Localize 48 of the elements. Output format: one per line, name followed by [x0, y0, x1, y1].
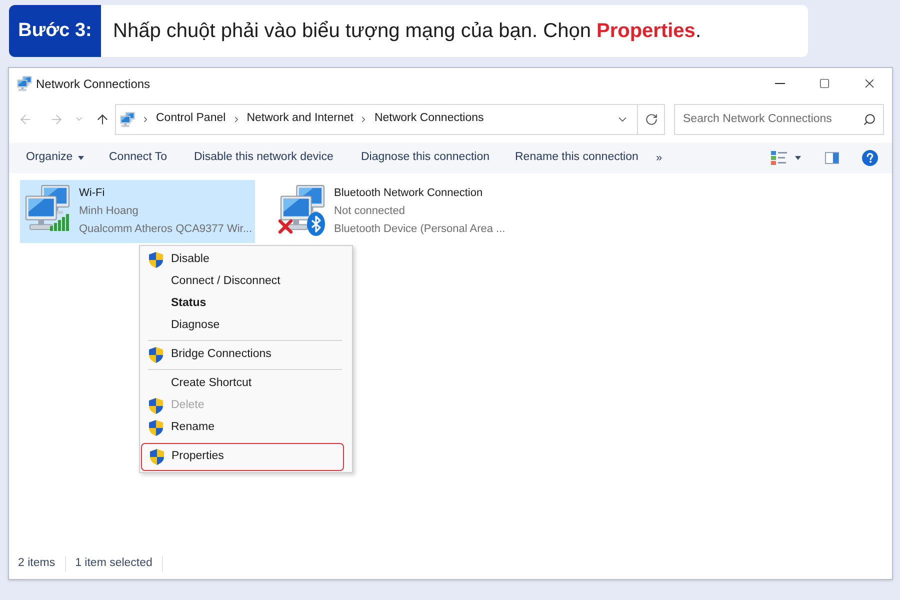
connection-device: Bluetooth Device (Personal Area ... — [334, 222, 506, 237]
refresh-icon — [644, 112, 658, 126]
network-computers-icon — [25, 184, 70, 231]
menu-item[interactable]: Disable — [140, 249, 352, 271]
connection-name: Bluetooth Network Connection — [334, 186, 484, 201]
search-field[interactable]: Search Network Connections — [674, 104, 884, 134]
command-button[interactable]: Rename this connection — [507, 143, 652, 173]
caret-icon — [795, 156, 801, 160]
command-button[interactable]: Connect To — [101, 143, 186, 173]
refresh-button[interactable] — [638, 104, 665, 134]
maximize-icon — [819, 78, 830, 89]
menu-item[interactable]: Properties — [141, 443, 344, 471]
window-title: Network Connections — [36, 76, 150, 92]
connection-status: Minh Hoang — [79, 204, 140, 219]
menu-item[interactable]: Diagnose — [140, 315, 352, 337]
menu-item[interactable]: Connect / Disconnect — [140, 271, 352, 293]
connection-item[interactable]: Wi-Fi Minh Hoang Qualcomm Atheros QCA9377 Wir... — [20, 180, 256, 243]
connection-item[interactable]: Bluetooth Network Connection Not connected Bluetooth Device (Personal Area ... — [275, 180, 508, 243]
menu-item[interactable]: Status — [140, 293, 352, 315]
up-icon[interactable] — [95, 112, 110, 126]
search-icon[interactable] — [863, 112, 876, 126]
status-text: 1 item selected — [75, 556, 152, 572]
menu-item[interactable]: Rename — [140, 417, 352, 439]
more-commands-button[interactable]: » — [652, 143, 666, 173]
breadcrumb-link[interactable]: Network Connections — [374, 110, 484, 128]
connection-device: Qualcomm Atheros QCA9377 Wir... — [79, 222, 252, 237]
breadcrumb-link[interactable]: Network and Internet — [246, 110, 354, 128]
bluetooth-icon — [307, 212, 326, 236]
command-button[interactable]: Disable this network device — [186, 143, 353, 173]
chevron-right-icon — [141, 114, 150, 124]
network-computers-icon — [17, 76, 32, 91]
change-view-icon[interactable] — [771, 150, 787, 166]
minimize-icon — [774, 83, 784, 84]
step-label: Bước 3: — [9, 5, 101, 57]
connection-name: Wi-Fi — [79, 186, 106, 201]
signal-bars-icon — [50, 214, 70, 231]
breadcrumb-link[interactable]: Control Panel — [156, 110, 226, 128]
help-icon[interactable] — [862, 150, 878, 166]
command-button[interactable]: Diagnose this connection — [353, 143, 507, 173]
command-button[interactable]: Organize — [18, 143, 101, 173]
instruction-text: Nhấp chuột phải vào biểu tượng mạng của bạn. Chọn Properties. — [113, 19, 701, 44]
preview-pane-icon[interactable] — [825, 152, 839, 164]
menu-item[interactable]: Create Shortcut — [140, 373, 352, 395]
address-bar[interactable]: Control Panel Network and Internet Network Connections — [115, 104, 638, 134]
connection-status: Not connected — [334, 204, 406, 219]
menu-item[interactable]: Bridge Connections — [140, 344, 352, 366]
network-computers-icon — [120, 112, 135, 126]
status-text: 2 items — [18, 556, 56, 572]
